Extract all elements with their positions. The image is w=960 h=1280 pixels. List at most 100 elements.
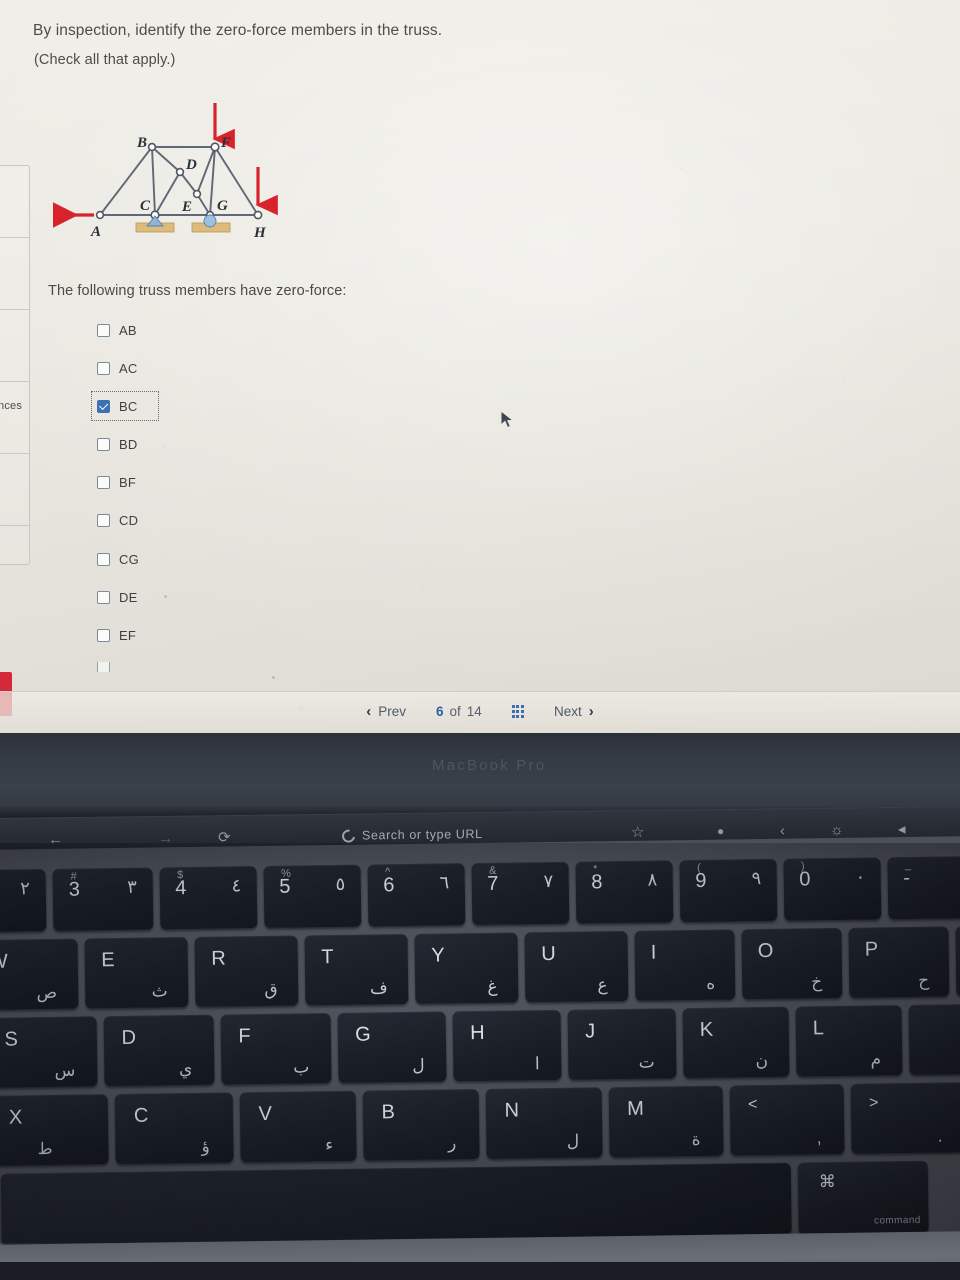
key-command-right[interactable]: ⌘ command [797,1160,929,1235]
key-comma-arabic: , [816,1127,822,1148]
key-c[interactable]: C ؤ [114,1092,234,1165]
joint-H [253,210,263,220]
checkbox-cg[interactable] [97,552,110,566]
checkbox-bd[interactable] [97,438,110,452]
sidebar-row[interactable] [0,166,29,238]
sidebar-row[interactable] [0,382,29,454]
key-7[interactable]: & 7 ٧ [471,861,570,926]
key-t[interactable]: T ف [304,934,409,1006]
page-indicator: 6 of 14 [436,704,482,719]
member-CD [154,171,181,216]
checkbox-ac[interactable] [97,361,110,375]
checkbox-de[interactable] [97,590,110,604]
sidebar-row[interactable] [0,310,29,382]
key-l[interactable]: L م [795,1005,903,1077]
choice-item-bd[interactable]: BD [94,433,156,457]
sidebar-item-references[interactable]: nces [0,400,22,412]
sidebar-panel[interactable] [0,165,30,565]
key-d-latin: D [121,1026,137,1050]
key-5[interactable]: % 5 ٥ [263,864,362,928]
key-k[interactable]: K ن [682,1006,790,1079]
key-minus[interactable]: _ - [887,855,960,920]
next-button[interactable]: Next › [554,703,594,720]
key-i-latin: I [650,941,657,964]
key-r[interactable]: R ق [194,935,299,1007]
key-3[interactable]: # 3 ٣ [52,867,154,931]
sidebar-row[interactable] [0,454,29,526]
key-8[interactable]: * 8 ٨ [575,860,674,924]
key-d[interactable]: D ي [103,1014,215,1087]
key-f-arabic: ب [293,1057,310,1077]
key-h[interactable]: H ا [452,1009,562,1082]
checkbox-ef[interactable] [97,629,110,642]
key-o[interactable]: O خ [741,927,843,1000]
choice-item-clipped[interactable] [94,661,156,672]
volume-icon[interactable]: ◂ [898,820,906,838]
grid-menu-icon[interactable] [511,705,524,718]
key-space[interactable] [0,1162,792,1246]
key-s[interactable]: S س [0,1016,98,1088]
key-e[interactable]: E ث [84,937,189,1009]
key-p[interactable]: P ح [848,926,950,998]
key-i-arabic: ه [706,973,716,993]
key-6[interactable]: ^ 6 ٦ [367,863,466,927]
choice-item-ac[interactable]: AC [94,356,156,380]
key-p-arabic: ح [918,970,930,990]
key-f[interactable]: F ب [220,1013,332,1085]
brightness-icon[interactable]: ☼ [830,821,844,838]
shield-icon[interactable]: ● [717,824,724,838]
key-4[interactable]: $ 4 ٤ [159,866,258,930]
keyboard-row-qwerty: W ص E ث R ق T ف Y غ U ع I ه O خ P ح [0,924,960,1011]
key-b-latin: B [381,1101,396,1124]
key-n[interactable]: N ل [485,1087,603,1159]
chevron-left-icon: ‹ [366,703,372,720]
checkbox-bf[interactable] [97,476,110,490]
key-w[interactable]: W ص [0,938,79,1011]
back-icon[interactable]: ← [48,831,63,848]
key-bracket-right[interactable]: ] ج [955,924,960,997]
checkbox-cd[interactable] [97,514,110,528]
forward-icon[interactable]: → [158,829,173,846]
key-9-latin: 9 [695,869,707,892]
key-m[interactable]: M ة [608,1085,724,1158]
laptop-screen: nces ion By inspection, identify the zer… [0,0,960,733]
key-period[interactable]: > . [850,1082,960,1154]
key-9[interactable]: ( 9 ٩ [679,858,778,923]
key-semicolon[interactable] [908,1003,960,1076]
checkbox-ab[interactable] [97,323,110,337]
bookmark-star-icon[interactable]: ☆ [631,823,645,841]
key-b[interactable]: B ر [362,1089,480,1161]
key-v-arabic: ء [325,1134,334,1154]
key-i[interactable]: I ه [634,929,736,1001]
keyboard[interactable]: @ 2 ٢ # 3 ٣ $ 4 ٤ % 5 ٥ ^ 6 ٦ [0,835,960,1251]
choice-item-bc[interactable]: BC [91,391,159,422]
answer-prompt: The following truss members have zero-fo… [48,283,347,299]
prev-button[interactable]: ‹ Prev [366,703,406,720]
key-2[interactable]: @ 2 ٢ [0,869,47,933]
checkbox-clipped[interactable] [97,661,110,672]
choice-item-ab[interactable]: AB [94,318,156,342]
key-y-arabic: غ [487,976,498,996]
reload-icon[interactable]: ⟳ [218,828,231,846]
key-0[interactable]: ) 0 ٠ [783,857,882,921]
key-comma[interactable]: < , [729,1083,845,1156]
choice-label-bc: BC [119,398,138,414]
key-x[interactable]: X ط [0,1094,109,1166]
choice-item-de[interactable]: DE [94,585,156,609]
choice-item-cd[interactable]: CD [94,509,156,533]
command-label-right: command [873,1214,921,1227]
key-j[interactable]: J ت [567,1008,677,1080]
choice-item-ef[interactable]: EF [94,624,156,648]
key-v[interactable]: V ء [239,1090,357,1163]
choice-item-bf[interactable]: BF [94,471,156,495]
choice-item-cg[interactable]: CG [94,547,156,571]
key-y[interactable]: Y غ [414,932,519,1004]
sidebar-row[interactable] [0,238,29,310]
label-H: H [253,225,267,241]
key-k-arabic: ن [755,1050,769,1070]
checkbox-bc[interactable] [97,399,110,413]
key-g[interactable]: G ل [337,1011,447,1083]
key-u[interactable]: U ع [524,930,629,1003]
touchbar-search-field[interactable]: Search or type URL [339,826,483,845]
previous-track-icon[interactable]: ‹ [780,822,785,839]
